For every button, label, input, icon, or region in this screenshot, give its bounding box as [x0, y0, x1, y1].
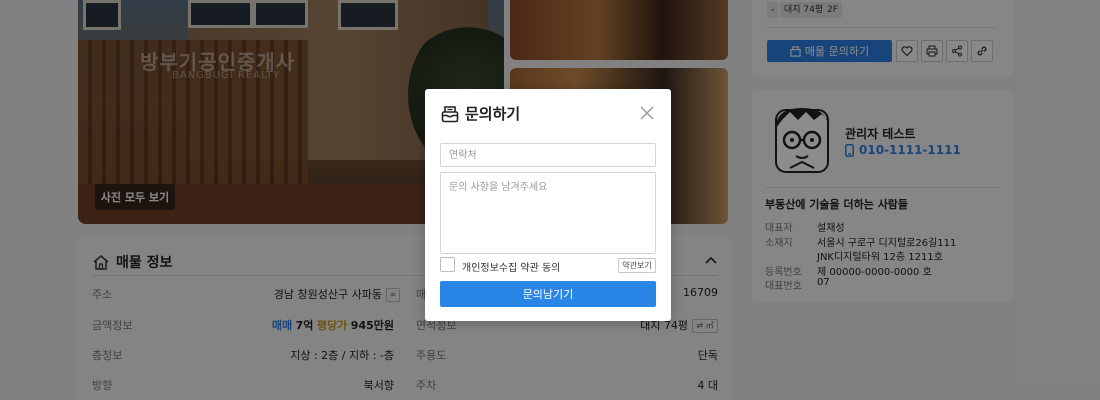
close-icon[interactable] — [639, 105, 655, 121]
agree-label[interactable]: 개인정보수집 약관 동의 — [462, 259, 560, 274]
agree-checkbox[interactable] — [440, 257, 455, 272]
message-textarea[interactable] — [440, 172, 656, 254]
modal-header: 문의하기 — [441, 103, 520, 124]
inquiry-modal: 문의하기 개인정보수집 약관 동의 약관보기 문의남기기 — [425, 89, 671, 321]
submit-inquiry-button[interactable]: 문의남기기 — [440, 281, 656, 307]
contact-input[interactable] — [440, 143, 656, 167]
view-terms-button[interactable]: 약관보기 — [618, 258, 656, 273]
modal-title: 문의하기 — [465, 105, 521, 123]
inbox-icon — [441, 105, 459, 122]
